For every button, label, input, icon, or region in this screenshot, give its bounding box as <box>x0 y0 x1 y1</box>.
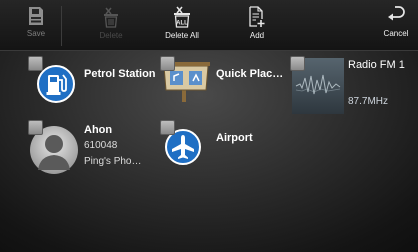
favorite-tile[interactable]: Ahon 610048 Ping's Pho… <box>28 120 153 182</box>
select-checkbox[interactable] <box>28 56 43 71</box>
add-document-icon <box>249 6 265 27</box>
favorite-tile[interactable]: Airport <box>160 120 285 172</box>
favorite-title: Airport <box>216 132 253 144</box>
favorite-title: Radio FM 1 <box>348 59 405 71</box>
contact-name: Ahon <box>84 124 113 136</box>
select-checkbox[interactable] <box>290 56 305 71</box>
cancel-button[interactable]: Cancel <box>376 0 416 50</box>
favorite-frequency: 87.7MHz <box>348 96 389 107</box>
select-checkbox[interactable] <box>28 120 43 135</box>
delete-all-button[interactable]: ALL Delete All <box>160 0 204 50</box>
add-button[interactable]: Add <box>236 0 278 50</box>
toolbar-divider <box>61 6 62 46</box>
trash-all-icon: ALL <box>174 6 190 28</box>
cancel-label: Cancel <box>383 29 409 38</box>
delete-label: Delete <box>99 31 123 40</box>
favorite-tile[interactable]: Radio FM 1 87.7MHz <box>290 56 415 118</box>
select-checkbox[interactable] <box>160 120 175 135</box>
favorite-tile[interactable]: Petrol Station <box>28 56 156 108</box>
save-icon <box>29 7 43 25</box>
save-button[interactable]: Save <box>15 0 57 50</box>
contact-detail: Ping's Pho… <box>84 156 142 167</box>
delete-all-label: Delete All <box>165 31 199 40</box>
favorites-screen: Save Delete ALL Delete All Add Cancel Pe… <box>0 0 418 252</box>
trash-icon <box>104 7 118 28</box>
favorite-title: Quick Plac… <box>216 68 284 80</box>
favorite-title: Petrol Station <box>84 68 156 80</box>
toolbar: Save Delete ALL Delete All Add Cancel <box>0 0 418 51</box>
contact-number: 610048 <box>84 140 118 151</box>
add-label: Add <box>249 31 265 40</box>
select-checkbox[interactable] <box>160 56 175 71</box>
favorite-tile[interactable]: Quick Plac… <box>160 56 285 108</box>
back-arrow-icon <box>388 6 405 21</box>
delete-button[interactable]: Delete <box>90 0 132 50</box>
svg-text:ALL: ALL <box>176 21 188 27</box>
save-label: Save <box>26 29 46 38</box>
